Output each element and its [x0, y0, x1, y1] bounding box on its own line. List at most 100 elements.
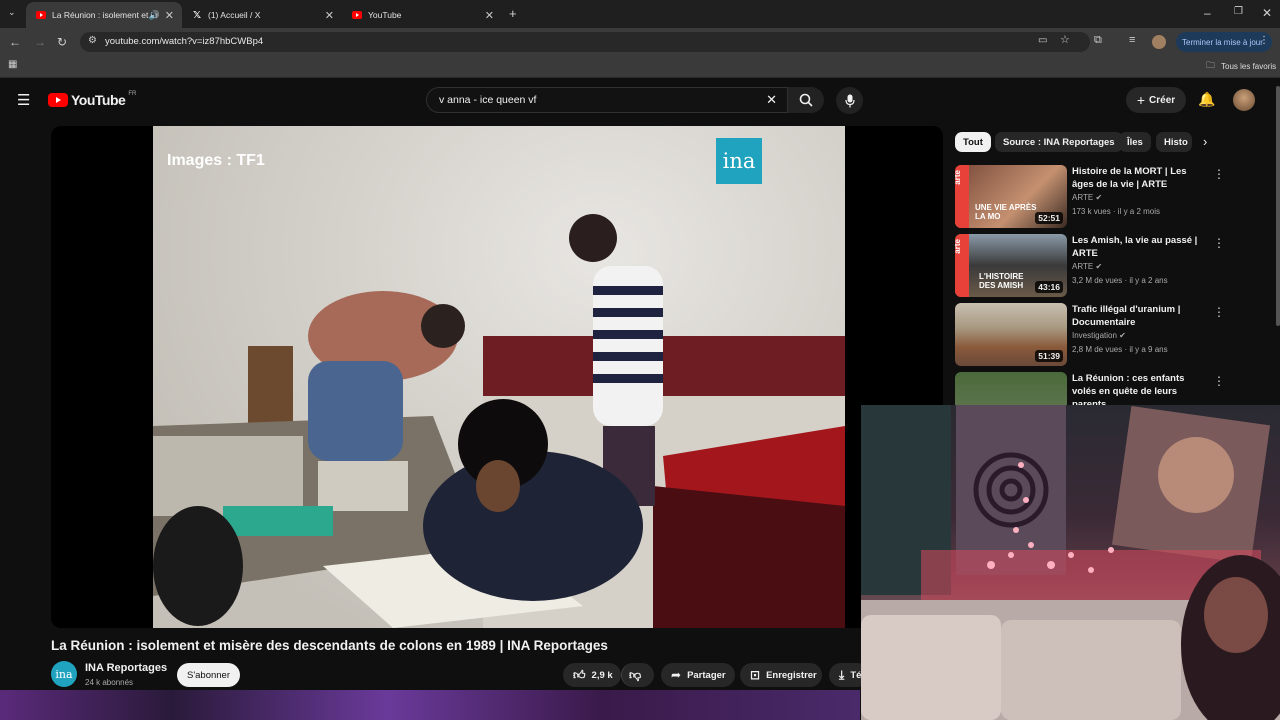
address-bar[interactable]: ⚙ youtube.com/watch?v=iz87hbCWBp4 ▭ ☆ [80, 32, 1090, 52]
minimize-icon[interactable]: – [1204, 7, 1211, 19]
download-label: Té [850, 669, 862, 681]
voice-search-button[interactable] [836, 87, 863, 114]
thumbs-down-icon: 👎︎ [629, 667, 642, 682]
tab-close-icon[interactable]: ✕ [165, 9, 174, 22]
site-info-icon[interactable]: ⚙ [88, 36, 97, 46]
account-avatar[interactable] [1233, 89, 1255, 111]
recommendation-item[interactable]: arte UNE VIE APRÈS LA MO 52:51 Histoire … [955, 165, 1225, 229]
new-tab-icon[interactable]: + [509, 7, 517, 20]
thumbs-up-icon: 👍︎ [573, 667, 586, 682]
recommendation-title: Histoire de la MORT | Les âges de la vie… [1072, 166, 1187, 190]
microphone-icon [844, 94, 855, 107]
recommendation-channel: Investigation ✔ [1072, 331, 1126, 340]
save-button[interactable]: ⊡ Enregistrer [740, 663, 822, 687]
recommendation-item[interactable]: arte L'HISTOIRE DES AMISH 43:16 Les Amis… [955, 234, 1225, 298]
browser-tab-bar: ⌄ La Réunion : isolement et m 🔊 ✕ 𝕏 (1) … [0, 0, 1280, 28]
recommendation-item[interactable]: 51:39 Trafic illégal d'uranium | Documen… [955, 303, 1225, 367]
cast-icon[interactable]: ▭ [1038, 36, 1047, 46]
webcam-scene [861, 405, 1280, 720]
youtube-favicon [352, 10, 362, 20]
like-count: 2,9 k [591, 669, 613, 681]
update-button[interactable]: Terminer la mise à jour ⋮ [1176, 32, 1272, 52]
chip-source[interactable]: Source : INA Reportages [995, 132, 1123, 152]
recommendation-channel: ARTE ✔ [1072, 262, 1102, 271]
verified-icon: ✔ [1095, 193, 1103, 202]
channel-label: ARTE [1072, 262, 1094, 271]
more-options-icon[interactable]: ⋮ [1213, 305, 1225, 319]
verified-icon: ✔ [1095, 262, 1103, 271]
search-input[interactable]: v anna - ice queen vf ✕ [426, 87, 788, 113]
channel-label: Investigation [1072, 331, 1117, 340]
tab-search-icon[interactable]: ⌄ [8, 8, 16, 17]
maximize-icon[interactable]: ❐ [1234, 7, 1243, 17]
create-button[interactable]: + Créer [1126, 87, 1186, 113]
notifications-bell-icon[interactable]: 🔔 [1198, 91, 1215, 108]
all-bookmarks-label[interactable]: Tous les favoris [1221, 62, 1276, 71]
youtube-play-icon [48, 93, 68, 107]
video-thumbnail[interactable]: 51:39 [955, 303, 1067, 366]
video-frame: Images : TF1 [153, 126, 845, 628]
ina-logo: ina [716, 138, 762, 184]
forward-icon[interactable]: → [34, 36, 46, 48]
more-options-icon[interactable]: ⋮ [1213, 167, 1225, 181]
share-button[interactable]: ➦ Partager [661, 663, 735, 687]
video-title: La Réunion : isolement et misère des des… [51, 638, 608, 653]
dislike-button[interactable]: 👎︎ [621, 663, 654, 687]
hamburger-menu-icon[interactable]: ☰ [17, 91, 30, 109]
back-icon[interactable]: ← [9, 36, 21, 48]
tab-title: YouTube [368, 10, 402, 20]
recommendation-meta: 3,2 M de vues · il y a 2 ans [1072, 276, 1168, 285]
tab-close-icon[interactable]: ✕ [325, 9, 334, 22]
arte-logo: arte [955, 170, 962, 185]
extensions-icon[interactable]: ⧉ [1094, 35, 1102, 46]
tab-active[interactable]: La Réunion : isolement et m 🔊 ✕ [26, 2, 182, 28]
more-options-icon[interactable]: ⋮ [1213, 236, 1225, 250]
tab-title: La Réunion : isolement et m [52, 10, 158, 20]
recommendation-title: Les Amish, la vie au passé | ARTE [1072, 235, 1198, 259]
chip-islands[interactable]: Îles [1119, 132, 1151, 152]
save-label: Enregistrer [766, 669, 817, 681]
video-player[interactable]: Images : TF1 [51, 126, 943, 628]
youtube-logo[interactable]: YouTube FR [48, 91, 137, 108]
channel-name[interactable]: INA Reportages [85, 662, 167, 674]
video-thumbnail[interactable]: arte L'HISTOIRE DES AMISH 43:16 [955, 234, 1067, 297]
youtube-logo-text: YouTube [71, 92, 126, 108]
clear-search-icon[interactable]: ✕ [766, 92, 777, 108]
subscribe-button[interactable]: S'abonner [177, 663, 240, 687]
more-options-icon[interactable]: ⋮ [1213, 374, 1225, 388]
chevron-right-icon[interactable]: › [1203, 134, 1207, 149]
page-scrollbar[interactable] [1276, 86, 1280, 326]
apps-grid-icon[interactable]: ▦ [8, 60, 17, 70]
video-thumbnail[interactable]: arte UNE VIE APRÈS LA MO 52:51 [955, 165, 1067, 228]
recommendation-meta: 2,8 M de vues · il y a 9 ans [1072, 345, 1168, 354]
reload-icon[interactable]: ↻ [57, 36, 67, 48]
like-button[interactable]: 👍︎ 2,9 k [563, 663, 621, 687]
tab-x[interactable]: 𝕏 (1) Accueil / X ✕ [182, 2, 342, 28]
profile-avatar[interactable] [1152, 35, 1166, 49]
media-controls-icon[interactable]: ≡ [1129, 35, 1135, 46]
x-favicon: 𝕏 [192, 9, 202, 21]
close-window-icon[interactable]: ✕ [1262, 7, 1272, 19]
search-icon [799, 93, 813, 107]
search-button[interactable] [788, 87, 824, 113]
youtube-favicon [36, 10, 46, 20]
share-label: Partager [687, 669, 726, 681]
chip-all[interactable]: Tout [955, 132, 991, 152]
duration-badge: 43:16 [1035, 281, 1063, 293]
chip-history[interactable]: Histo [1156, 132, 1192, 152]
tab-close-icon[interactable]: ✕ [485, 9, 494, 22]
audio-icon[interactable]: 🔊 [149, 10, 160, 21]
bookmark-star-icon[interactable]: ☆ [1060, 35, 1070, 46]
menu-dots-icon[interactable]: ⋮ [1259, 35, 1269, 46]
arte-logo: arte [955, 239, 962, 254]
region-code: FR [128, 91, 137, 97]
plus-icon: + [1136, 92, 1146, 108]
create-label: Créer [1149, 94, 1176, 106]
update-button-label: Terminer la mise à jour [1182, 37, 1263, 47]
subscriber-count: 24 k abonnés [85, 678, 134, 687]
video-watermark: Images : TF1 [167, 152, 265, 169]
channel-avatar[interactable]: ina [51, 661, 77, 687]
video-scene [153, 214, 845, 628]
tab-youtube[interactable]: YouTube ✕ [342, 2, 502, 28]
thumbnail-text: L'HISTOIRE DES AMISH [979, 272, 1024, 290]
